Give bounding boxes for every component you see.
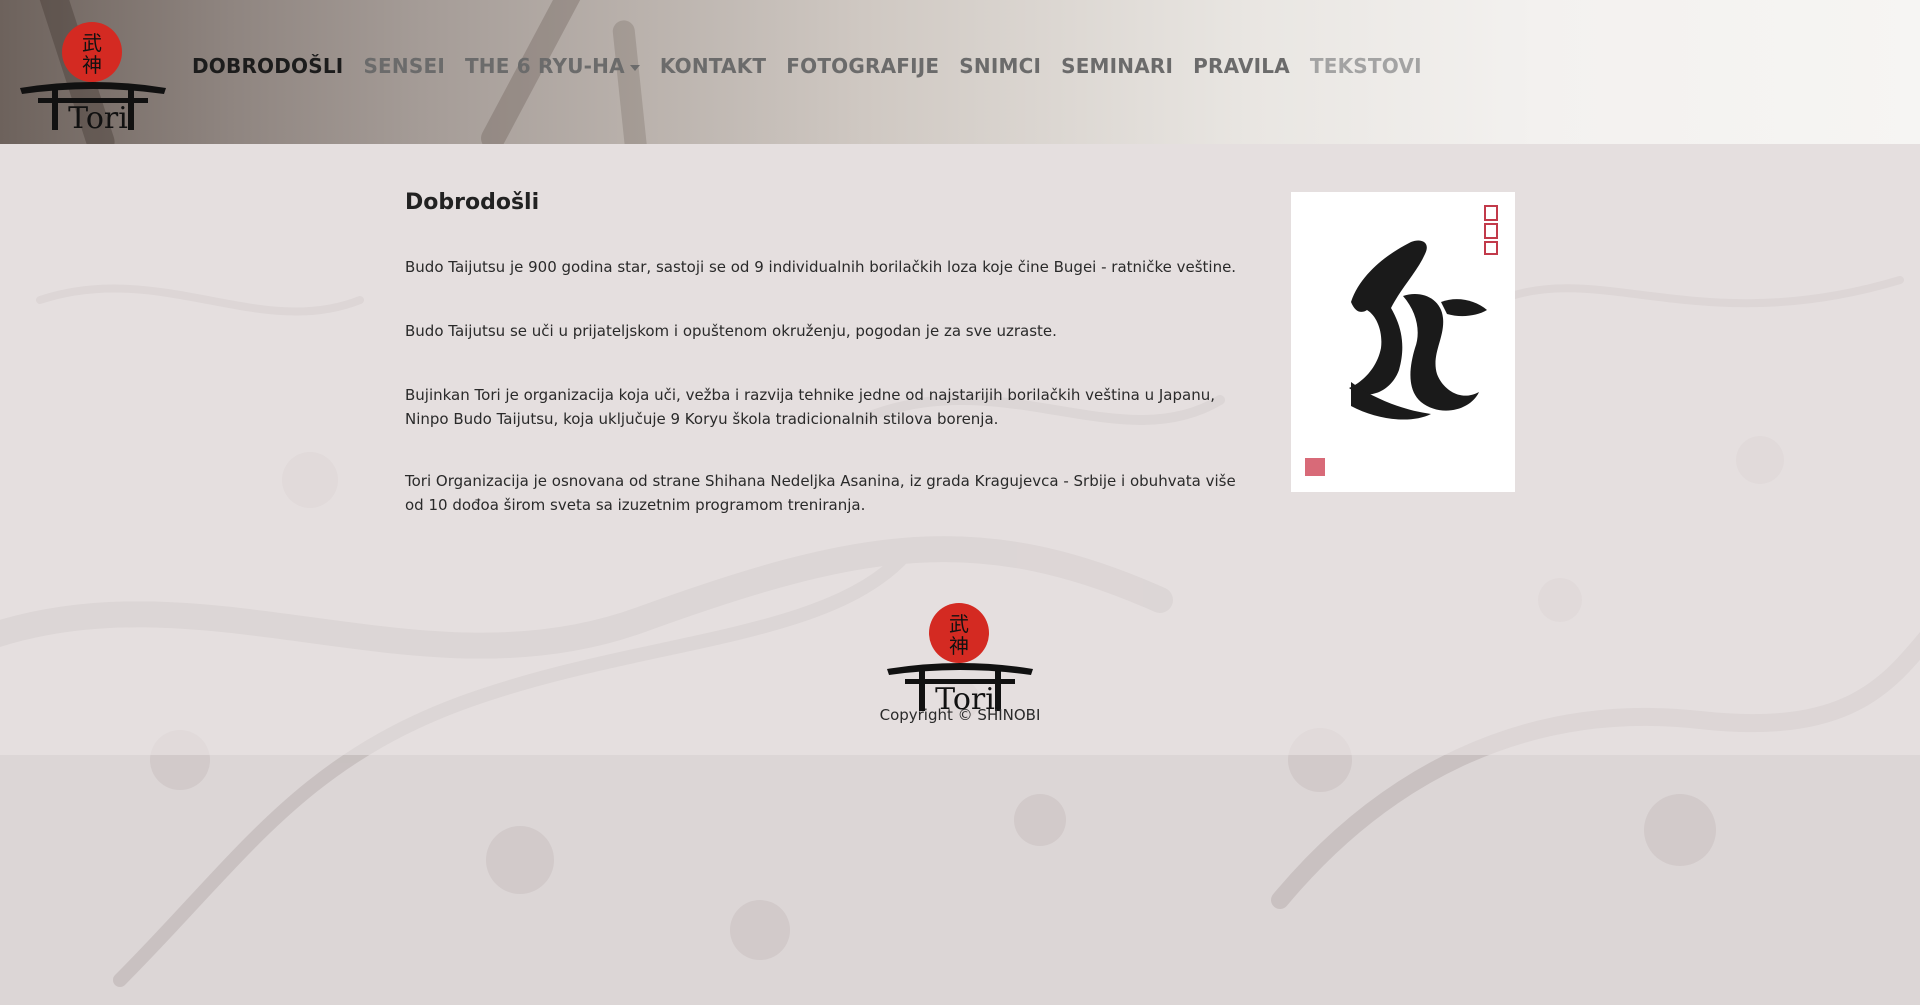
page-title: Dobrodošli bbox=[405, 190, 540, 215]
footer-logo: 武 神 Tori bbox=[887, 603, 1033, 712]
chevron-down-icon bbox=[629, 64, 640, 71]
nav-item-fotografije[interactable]: FOTOGRAFIJE bbox=[786, 54, 939, 78]
intro-paragraph-4: Tori Organizacija je osnovana od strane … bbox=[405, 472, 1236, 514]
site-header: 武 神 Tori DOBRODOŠLI SENSEI THE 6 RYU-HA … bbox=[0, 0, 1920, 144]
calligraphy-image bbox=[1291, 192, 1515, 492]
nav-item-seminari[interactable]: SEMINARI bbox=[1061, 54, 1173, 78]
seal-stamp-bottom bbox=[1305, 458, 1325, 476]
nav-item-ryu-ha-label: THE 6 RYU-HA bbox=[464, 54, 625, 78]
svg-text:神: 神 bbox=[949, 634, 969, 658]
nav-item-ryu-ha-dropdown[interactable]: THE 6 RYU-HA bbox=[465, 54, 640, 78]
nav-item-pravila[interactable]: PRAVILA bbox=[1193, 54, 1290, 78]
intro-paragraph-2: Budo Taijutsu se uči u prijateljskom i o… bbox=[405, 322, 1057, 340]
nav-item-kontakt[interactable]: KONTAKT bbox=[660, 54, 766, 78]
main-content: Dobrodošli Budo Taijutsu je 900 godina s… bbox=[405, 190, 1245, 557]
main-nav: DOBRODOŠLI SENSEI THE 6 RYU-HA KONTAKT F… bbox=[192, 54, 1422, 78]
intro-paragraph-1: Budo Taijutsu je 900 godina star, sastoj… bbox=[405, 258, 1237, 276]
logo-text: Tori bbox=[68, 101, 128, 130]
svg-text:武: 武 bbox=[949, 612, 969, 636]
nav-item-dobrodosli[interactable]: DOBRODOŠLI bbox=[192, 54, 343, 78]
intro-paragraph-3: Bujinkan Tori je organizacija koja uči, … bbox=[405, 386, 1215, 428]
svg-text:武: 武 bbox=[82, 31, 102, 55]
header-decor bbox=[611, 19, 651, 144]
tori-logo[interactable]: 武 神 Tori bbox=[18, 20, 168, 130]
nav-item-snimci[interactable]: SNIMCI bbox=[959, 54, 1041, 78]
site-footer: 武 神 Tori Copyright © SHINOBI bbox=[0, 600, 1920, 724]
nav-item-sensei[interactable]: SENSEI bbox=[363, 54, 445, 78]
svg-text:神: 神 bbox=[82, 53, 102, 77]
copyright-text: Copyright © SHINOBI bbox=[879, 706, 1041, 724]
nav-item-tekstovi[interactable]: TEKSTOVI bbox=[1310, 54, 1422, 78]
